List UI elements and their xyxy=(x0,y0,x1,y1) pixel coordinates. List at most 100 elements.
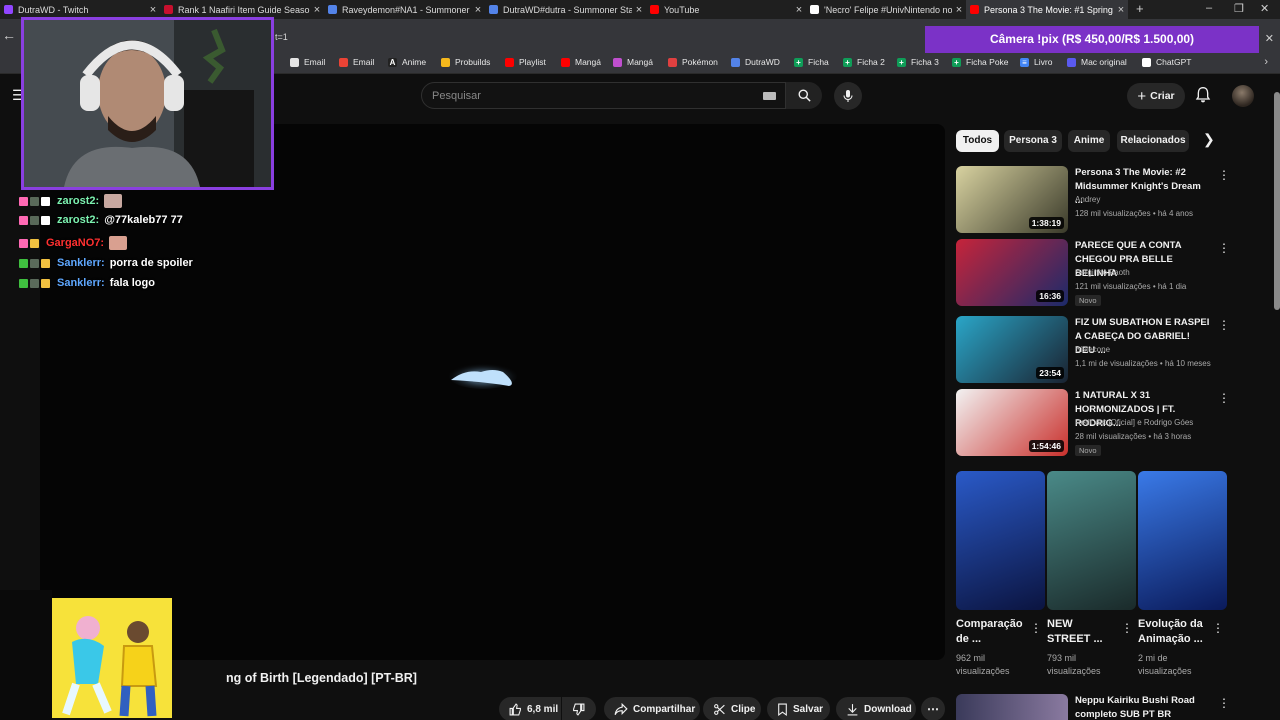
search-input[interactable] xyxy=(432,83,752,108)
dislike-button[interactable] xyxy=(562,697,596,720)
channel-name[interactable]: Andrey xyxy=(1075,195,1100,204)
account-avatar[interactable] xyxy=(1232,85,1254,107)
more-vertical-icon[interactable]: ⋮ xyxy=(1218,696,1230,710)
minimize-icon[interactable]: – xyxy=(1206,2,1212,14)
bookmark-label: Mangá xyxy=(575,57,601,67)
more-vertical-icon[interactable]: ⋮ xyxy=(1212,621,1224,635)
short-title[interactable]: NEW STREET ... xyxy=(1047,617,1119,647)
short-thumbnail[interactable] xyxy=(956,471,1045,610)
create-button[interactable]: + Criar xyxy=(1127,83,1185,109)
chip-anime[interactable]: Anime xyxy=(1068,130,1110,152)
short-thumbnail[interactable] xyxy=(1047,471,1136,610)
bookmark-label: Ficha 3 xyxy=(911,57,939,67)
more-vertical-icon[interactable]: ⋮ xyxy=(1218,241,1230,255)
channel-name[interactable]: Bistecone xyxy=(1075,345,1110,354)
scissors-icon xyxy=(714,703,725,715)
plus-icon: + xyxy=(1137,87,1147,105)
notifications-bell-icon[interactable] xyxy=(1195,86,1211,109)
bookmark-item[interactable]: + Ficha xyxy=(794,57,829,67)
chips-next-chevron-icon[interactable]: ❯ xyxy=(1203,131,1215,148)
bookmark-item[interactable]: Mac original xyxy=(1067,57,1127,67)
channel-name[interactable]: RedCast [Oficial] e Rodrigo Góes xyxy=(1075,418,1193,427)
new-tab-button[interactable]: + xyxy=(1136,1,1144,16)
url-fragment[interactable]: t=1 xyxy=(275,32,288,42)
more-actions-button[interactable]: ⋯ xyxy=(921,697,945,720)
short-item[interactable]: NEW STREET ... 793 mil visualizações ⋮ xyxy=(1047,471,1136,676)
tab-close-icon[interactable]: × xyxy=(146,4,160,16)
bookmark-favicon-icon: ≡ xyxy=(1020,57,1029,67)
bookmark-item[interactable]: + Ficha 2 xyxy=(843,57,885,67)
bookmark-item[interactable]: Mangá xyxy=(613,57,653,67)
tab-close-icon[interactable]: × xyxy=(1114,4,1128,16)
voice-search-button[interactable] xyxy=(834,82,862,110)
bookmark-item[interactable]: Playlist xyxy=(505,57,546,67)
channel-name[interactable]: Serginho Faoth xyxy=(1075,268,1130,277)
more-vertical-icon[interactable]: ⋮ xyxy=(1218,168,1230,182)
bookmark-item[interactable]: Probuilds xyxy=(441,57,490,67)
keyboard-icon[interactable] xyxy=(763,92,776,100)
short-title[interactable]: Evolução da Animação ... xyxy=(1138,617,1210,647)
chip-todos[interactable]: Todos xyxy=(956,130,999,152)
close-window-icon[interactable]: ✕ xyxy=(1260,2,1269,15)
tab-close-icon[interactable]: × xyxy=(471,4,485,16)
duration-badge: 1:54:46 xyxy=(1028,440,1064,452)
short-item[interactable]: Evolução da Animação ... 2 mi de visualiza… xyxy=(1138,471,1227,676)
short-thumbnail[interactable] xyxy=(1138,471,1227,610)
browser-tab[interactable]: 'Necro' Felipe #UnivNintendo no X × xyxy=(806,0,966,19)
video-thumbnail[interactable]: 1:38:19 xyxy=(956,166,1068,233)
back-arrow-icon[interactable]: ← xyxy=(2,27,16,43)
download-button[interactable]: Download xyxy=(836,697,916,720)
chat-badge-icon xyxy=(30,238,39,248)
short-item[interactable]: Comparação de ... 962 mil visualizações ⋮ xyxy=(956,471,1045,676)
clip-button[interactable]: Clipe xyxy=(703,697,761,720)
save-button[interactable]: Salvar xyxy=(767,697,830,720)
video-player[interactable] xyxy=(40,124,945,660)
recommendation-partial[interactable]: Neppu Kairiku Bushi Road completo SUB PT… xyxy=(956,692,1231,720)
bookmarks-overflow-chevron-icon[interactable]: › xyxy=(1264,56,1268,68)
search-button[interactable] xyxy=(786,82,822,109)
tab-close-icon[interactable]: × xyxy=(632,4,646,16)
close-icon[interactable]: ✕ xyxy=(1265,32,1274,45)
video-thumbnail[interactable]: 16:36 xyxy=(956,239,1068,306)
browser-tab[interactable]: DutraWD#dutra - Summoner Stat × xyxy=(485,0,646,19)
bookmark-item[interactable]: Email xyxy=(339,57,374,67)
restore-icon[interactable]: ❐ xyxy=(1234,2,1244,15)
bookmark-item[interactable]: Pokémon xyxy=(668,57,718,67)
page-scrollbar[interactable] xyxy=(1274,92,1280,310)
tab-close-icon[interactable]: × xyxy=(310,4,324,16)
video-title[interactable]: Neppu Kairiku Bushi Road completo SUB PT… xyxy=(1075,694,1210,720)
bookmark-item[interactable]: Email xyxy=(290,57,325,67)
tab-close-icon[interactable]: × xyxy=(792,4,806,16)
recommendation-item[interactable]: 1:38:19 Persona 3 The Movie: #2 Midsummer… xyxy=(956,166,1231,238)
recommendation-item[interactable]: 1:54:46 1 NATURAL X 31 HORMONIZADOS | FT.… xyxy=(956,389,1231,461)
more-vertical-icon[interactable]: ⋮ xyxy=(1218,391,1230,405)
recommendation-item[interactable]: 16:36 PARECE QUE A CONTA CHEGOU PRA BELLE… xyxy=(956,239,1231,311)
more-vertical-icon[interactable]: ⋮ xyxy=(1030,621,1042,635)
like-button[interactable]: 6,8 mil xyxy=(499,697,561,720)
search-box[interactable] xyxy=(421,82,786,109)
video-thumbnail[interactable] xyxy=(956,694,1068,720)
more-vertical-icon[interactable]: ⋮ xyxy=(1218,318,1230,332)
video-thumbnail[interactable]: 1:54:46 xyxy=(956,389,1068,456)
recommendation-item[interactable]: 23:54 FIZ UM SUBATHON E RASPEI A CABEÇA D… xyxy=(956,316,1231,388)
tab-close-icon[interactable]: × xyxy=(952,4,966,16)
short-views-unit: visualizações xyxy=(1047,666,1101,676)
bookmark-item[interactable]: + Ficha Poke xyxy=(952,57,1009,67)
chip-relacionados[interactable]: Relacionados xyxy=(1117,130,1189,152)
bookmark-item[interactable]: ChatGPT xyxy=(1142,57,1191,67)
bookmark-item[interactable]: Mangá xyxy=(561,57,601,67)
share-button[interactable]: Compartilhar xyxy=(604,697,700,720)
bookmark-item[interactable]: A Anime xyxy=(388,57,426,67)
tab-title: Rank 1 Naafiri Item Guide Season xyxy=(178,4,310,15)
short-title[interactable]: Comparação de ... xyxy=(956,617,1028,647)
bookmark-item[interactable]: ≡ Livro xyxy=(1020,57,1052,67)
browser-tab[interactable]: YouTube × xyxy=(646,0,806,19)
duration-badge: 1:38:19 xyxy=(1028,217,1064,229)
more-vertical-icon[interactable]: ⋮ xyxy=(1121,621,1133,635)
bookmark-item[interactable]: + Ficha 3 xyxy=(897,57,939,67)
video-thumbnail[interactable]: 23:54 xyxy=(956,316,1068,383)
browser-tab[interactable]: Persona 3 The Movie: #1 Spring × xyxy=(966,0,1128,19)
chip-persona-3[interactable]: Persona 3 xyxy=(1004,130,1062,152)
bookmark-item[interactable]: DutraWD xyxy=(731,57,780,67)
browser-tab[interactable]: Raveydemon#NA1 - Summoner St × xyxy=(324,0,485,19)
